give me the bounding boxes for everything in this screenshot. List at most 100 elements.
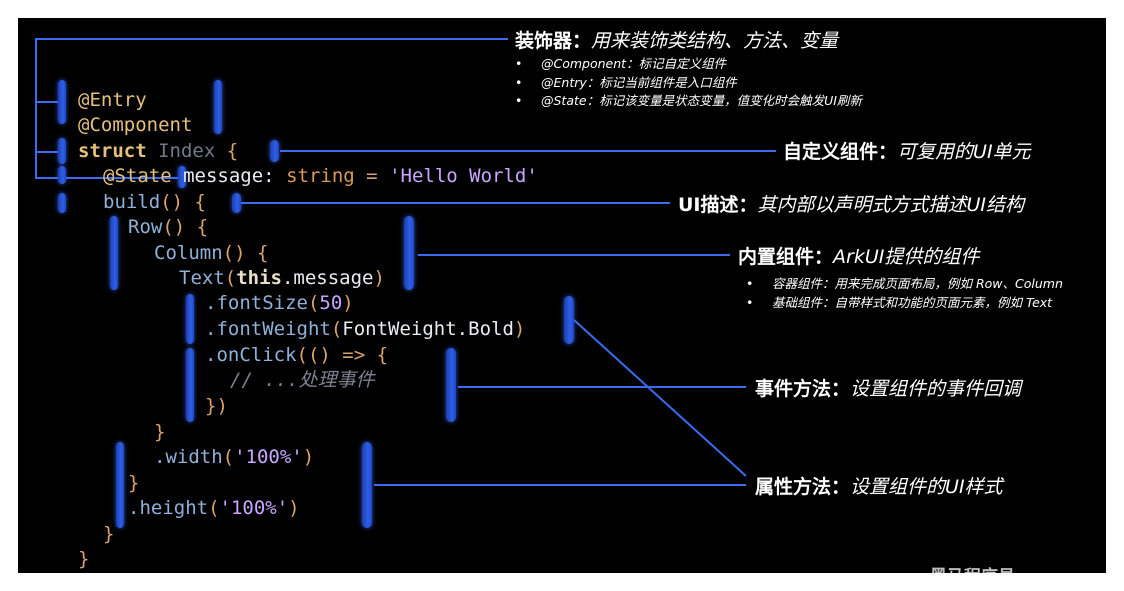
this-keyword: this xyxy=(236,267,282,289)
custom-desc: 可复用的UI单元 xyxy=(897,141,1031,163)
bracket-struct xyxy=(58,138,66,164)
column-paren: () xyxy=(222,242,246,264)
build-paren: () xyxy=(160,191,184,213)
column-close: } xyxy=(154,421,166,443)
decorator-bullets: @Component：标记自定义组件 @Entry：标记当前组件是入口组件 @S… xyxy=(515,55,862,111)
decorator-bullet-3: @State：标记该变量是状态变量，值变化时会触发UI刷新 xyxy=(515,92,862,111)
message-prop: .message xyxy=(281,267,374,289)
builtin-bullet-2: 基础组件：自带样式和功能的页面元素，例如 Text xyxy=(746,294,1063,313)
fontweight-arg: FontWeight.Bold xyxy=(342,318,514,340)
code-line-10: .fontWeight(FontWeight.Bold) xyxy=(205,317,525,341)
row-close: } xyxy=(128,472,140,494)
decorator-label: 装饰器：用来装饰类结构、方法、变量 xyxy=(515,26,838,53)
fontsize-fn: .fontSize xyxy=(205,292,308,314)
bracket-decorators xyxy=(58,80,66,124)
decorator-sep: ： xyxy=(572,30,592,52)
bracket-decorators-right xyxy=(214,80,222,134)
column-brace: { xyxy=(256,242,269,264)
fontsize-value: 50 xyxy=(319,292,343,314)
row-fn: Row xyxy=(128,216,163,238)
width-fn: .width xyxy=(154,446,223,468)
height-open: ( xyxy=(208,497,220,519)
code-line-18: } xyxy=(103,522,114,546)
attr-connector-font xyxy=(573,319,747,477)
bracket-font-left xyxy=(186,294,194,344)
watermark: 黑马程序员 xyxy=(930,562,1015,573)
custom-title: 自定义组件 xyxy=(783,141,879,163)
text-close: ) xyxy=(373,267,385,289)
bracket-struct-right xyxy=(270,140,279,162)
struct-close: } xyxy=(78,548,90,570)
onclick-rest: (() => { xyxy=(296,344,389,366)
attr-sep: ： xyxy=(831,476,851,498)
bracket-build-right xyxy=(232,193,241,213)
builtin-sep: ： xyxy=(814,246,834,268)
code-line-2: @Component xyxy=(78,113,192,137)
code-line-16: } xyxy=(128,471,139,495)
bracket-attr-left xyxy=(116,442,124,528)
bracket-builtin-right xyxy=(404,216,414,290)
fontweight-fn: .fontWeight xyxy=(205,318,331,340)
builtin-title: 内置组件 xyxy=(738,246,815,268)
bracket-font-right xyxy=(564,296,574,344)
event-sep: ： xyxy=(831,378,851,400)
code-line-5: build() { xyxy=(103,190,206,214)
build-close: } xyxy=(103,523,115,545)
builtin-desc: ArkUI提供的组件 xyxy=(833,246,980,268)
attr-label: 属性方法：设置组件的UI样式 xyxy=(755,472,1003,499)
ui-label: UI描述：其内部以声明式方式描述UI结构 xyxy=(678,190,1024,217)
decorator-bullet-1: @Component：标记自定义组件 xyxy=(515,55,862,74)
fontweight-close: ) xyxy=(513,318,526,340)
code-line-1: @Entry xyxy=(78,88,147,112)
builtin-label: 内置组件：ArkUI提供的组件 xyxy=(738,242,979,269)
code-line-19: } xyxy=(78,547,89,571)
struct-keyword: struct xyxy=(78,140,147,162)
onclick-fn: .onClick xyxy=(205,344,297,366)
struct-brace: { xyxy=(226,140,239,162)
code-line-4: @State message: string = 'Hello World' xyxy=(103,164,538,188)
event-comment: // ...处理事件 xyxy=(230,369,375,391)
bracket-event-right xyxy=(446,348,456,422)
code-line-17: .height('100%') xyxy=(128,496,300,520)
decorator-bullet-2: @Entry：标记当前组件是入口组件 xyxy=(515,74,862,93)
ui-title: UI描述 xyxy=(678,194,739,216)
height-value: '100%' xyxy=(219,497,289,519)
code-line-7: Column() { xyxy=(154,241,268,265)
height-fn: .height xyxy=(128,497,209,519)
code-line-11: .onClick(() => { xyxy=(205,343,388,367)
entry-decorator: @Entry xyxy=(78,89,147,111)
diagram-canvas: @Entry @Component struct Index { @State … xyxy=(18,18,1106,573)
bracket-attr-right xyxy=(362,442,372,528)
message-var: message xyxy=(183,165,264,187)
builtin-bullet-1: 容器组件：用来完成页面布局，例如 Row、Column xyxy=(746,275,1063,294)
width-value: '100%' xyxy=(234,446,303,468)
state-decorator: @State xyxy=(103,165,172,187)
custom-sep: ： xyxy=(878,141,898,163)
hello-string: 'Hello World' xyxy=(389,165,538,187)
fontsize-close: ) xyxy=(342,292,354,314)
event-label: 事件方法：设置组件的事件回调 xyxy=(755,374,1021,401)
attr-title: 属性方法 xyxy=(755,476,832,498)
row-paren: () xyxy=(162,216,186,238)
colon: : xyxy=(263,165,275,187)
text-fn: Text xyxy=(179,267,225,289)
code-line-3: struct Index { xyxy=(78,139,238,163)
width-open: ( xyxy=(222,446,235,468)
event-desc: 设置组件的事件回调 xyxy=(850,378,1022,400)
column-fn: Column xyxy=(154,242,223,264)
code-line-12: // ...处理事件 xyxy=(230,368,375,392)
component-decorator: @Component xyxy=(78,114,193,136)
build-brace: { xyxy=(194,191,206,213)
build-fn: build xyxy=(103,191,161,213)
bracket-event-left xyxy=(186,348,194,422)
ui-desc: 其内部以声明式方式描述UI结构 xyxy=(757,194,1025,216)
attr-desc: 设置组件的UI样式 xyxy=(850,476,1003,498)
text-open: ( xyxy=(224,267,237,289)
onclick-close: }) xyxy=(205,395,228,417)
fontweight-open: ( xyxy=(330,318,343,340)
event-title: 事件方法 xyxy=(755,378,832,400)
fontsize-open: ( xyxy=(307,292,320,314)
ui-sep: ： xyxy=(738,194,758,216)
string-type: string xyxy=(286,165,355,187)
code-line-6: Row() { xyxy=(128,215,208,239)
